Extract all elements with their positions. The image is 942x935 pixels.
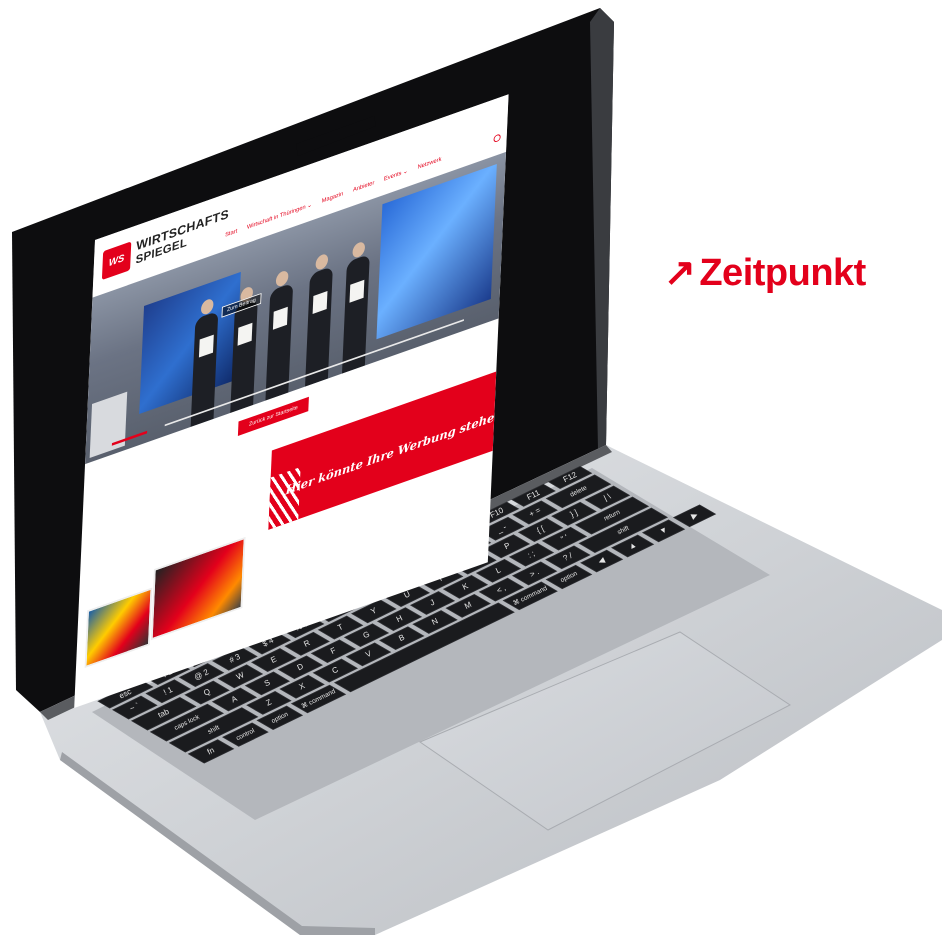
zeitpunkt-text: Zeitpunkt (699, 252, 866, 294)
zeitpunkt-label: ↗ Zeitpunkt (664, 250, 866, 295)
person (342, 253, 370, 374)
arrow-up-right-icon: ↗ (664, 252, 696, 294)
search-icon[interactable] (493, 133, 501, 144)
nav-item[interactable]: Events ⌄ (384, 168, 408, 183)
ad-banner[interactable]: Hier könnte Ihre Werbung stehen! (268, 371, 497, 530)
nav-item[interactable]: Anbieter (353, 180, 375, 194)
hero-cabinet (89, 391, 128, 459)
person (305, 266, 333, 387)
scene: escF1F2F3F4F5F6F7F8F9F10F11F12~ `! 1@ 2#… (0, 0, 942, 935)
magazine-cover[interactable] (84, 587, 153, 668)
hero-display-right (376, 164, 497, 340)
nav-item[interactable]: Magazin (322, 191, 344, 205)
nav-item[interactable]: Start (225, 228, 237, 239)
ad-text: Hier könnte Ihre Werbung stehen! (285, 406, 497, 499)
nav-item[interactable]: Netzwerk (417, 156, 441, 171)
magazine-cover[interactable] (150, 536, 246, 641)
logo-badge: WS (101, 241, 132, 281)
hero-display-left (139, 271, 241, 414)
